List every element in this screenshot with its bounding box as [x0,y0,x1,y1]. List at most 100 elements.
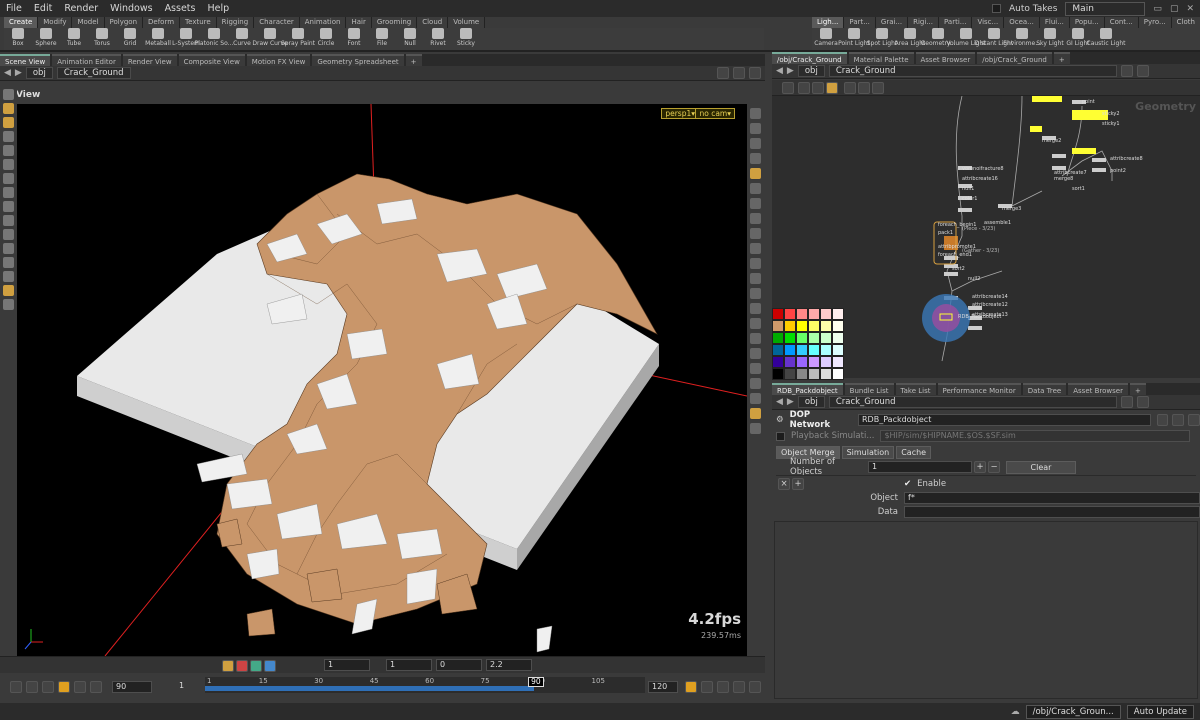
display-option-icon[interactable] [750,303,761,314]
palette-swatch[interactable] [796,356,808,368]
tab-performance-monitor[interactable]: Performance Monitor [937,383,1021,395]
display-option-icon[interactable] [750,243,761,254]
viewport-tool-icon[interactable] [3,271,14,282]
shelf-left-tab-5[interactable]: Texture [180,17,217,28]
palette-swatch[interactable] [820,356,832,368]
tab-rdb-packdobject[interactable]: RDB_Packdobject [772,383,843,395]
node-pack1[interactable]: pack1 [938,230,953,236]
shelf-right-tab-5[interactable]: Visc... [972,17,1005,28]
palette-swatch[interactable] [772,356,784,368]
update-mode-button[interactable]: Auto Update [1126,704,1194,719]
tab-take-list[interactable]: Take List [895,383,936,395]
pin-icon[interactable] [717,67,729,79]
viewport-tool-icon[interactable] [3,89,14,100]
viewport-tool-icon[interactable] [3,285,14,296]
shelf-left-tab-9[interactable]: Hair [346,17,372,28]
sim-path-field[interactable]: $HIP/sim/$HIPNAME.$OS.$SF.sim [880,430,1191,442]
palette-swatch[interactable] [808,368,820,380]
palette-swatch[interactable] [832,308,844,320]
node-attribcreate14[interactable]: attribcreate14 [972,294,1008,300]
display-option-icon[interactable] [750,318,761,329]
forward-arrow-icon[interactable]: ▶ [787,397,794,407]
maximize-icon[interactable]: ▢ [1170,4,1179,14]
display-option-icon[interactable] [750,138,761,149]
palette-swatch[interactable] [772,332,784,344]
stop-icon[interactable] [58,681,70,693]
path-crumb-node[interactable]: Crack_Ground [828,396,1117,408]
viewport[interactable]: persp1▾ no cam▾ 4.2fps 239.57ms [17,104,747,656]
audio-icon[interactable] [749,681,761,693]
display-option-icon[interactable] [750,213,761,224]
node-null1[interactable]: null1 [962,186,974,192]
tab-network-crack-ground-2[interactable]: /obj/Crack_Ground [977,52,1052,64]
display-option-icon[interactable] [750,108,761,119]
play-forward-icon[interactable] [74,681,86,693]
palette-swatch[interactable] [784,344,796,356]
viewport-tool-icon[interactable] [3,173,14,184]
palette-swatch[interactable] [772,344,784,356]
display-option-icon[interactable] [750,408,761,419]
tab-network-crack-ground[interactable]: /obj/Crack_Ground [772,52,847,64]
close-icon[interactable]: ✕ [1186,4,1194,14]
tab-animation-editor[interactable]: Animation Editor [52,54,121,66]
link-icon[interactable] [733,67,745,79]
palette-swatch[interactable] [808,320,820,332]
num-objects-field[interactable]: 1 [868,461,972,473]
display-option-icon[interactable] [750,183,761,194]
link-icon[interactable] [1136,65,1149,77]
panel-menu-icon[interactable] [749,67,761,79]
shelf-tool-15[interactable]: Rivet [424,28,452,50]
shelf-tool-3[interactable]: Torus [88,28,116,50]
node-sticky1[interactable]: sticky1 [1102,121,1120,127]
palette-swatch[interactable] [784,308,796,320]
pin-icon[interactable] [1120,65,1133,77]
tool-icon-4[interactable] [826,82,838,94]
forward-arrow-icon[interactable]: ▶ [787,66,794,76]
shelf-right-tab-10[interactable]: Pyro... [1138,17,1172,28]
shelf-tool-2[interactable]: Spot Light [867,28,897,50]
tool-icon-3[interactable] [812,82,824,94]
shelf-left-tab-11[interactable]: Cloud FX [417,17,449,37]
palette-swatch[interactable] [820,332,832,344]
palette-swatch[interactable] [808,356,820,368]
path-crumb-obj[interactable]: obj [797,65,825,77]
display-option-icon[interactable] [750,363,761,374]
link-icon[interactable] [1136,396,1149,408]
palette-swatch[interactable] [772,320,784,332]
palette-swatch[interactable] [796,368,808,380]
viewport-tool-icon[interactable] [3,243,14,254]
playbar-icon-3[interactable] [250,660,262,672]
palette-swatch[interactable] [796,308,808,320]
viewport-tool-icon[interactable] [3,215,14,226]
shelf-left-tab-6[interactable]: Rigging [216,17,255,28]
display-option-icon[interactable] [750,348,761,359]
shelf-tool-1[interactable]: Sphere [32,28,60,50]
shelf-tool-13[interactable]: File [368,28,396,50]
shelf-tool-10[interactable]: Spray Paint [281,28,315,50]
shelf-left-tab-4[interactable]: Deform [143,17,181,28]
shelf-tool-16[interactable]: Sticky [452,28,480,50]
add-tab-button[interactable]: + [1053,52,1070,64]
path-crumb-node[interactable]: Crack_Ground [56,67,131,79]
camera-persp-button[interactable]: persp1▾ [661,108,699,119]
shelf-left-tab-12[interactable]: Volume [448,17,486,28]
shelf-right-tab-11[interactable]: Cloth [1171,17,1200,28]
loop-icon[interactable] [717,681,729,693]
palette-swatch[interactable] [772,308,784,320]
path-crumb-obj[interactable]: obj [25,67,53,79]
node-attribcreate8[interactable]: attribcreate8 [1110,156,1143,162]
palette-swatch[interactable] [832,356,844,368]
palette-swatch[interactable] [784,356,796,368]
viewport-tool-icon[interactable] [3,187,14,198]
path-crumb-obj[interactable]: obj [797,396,825,408]
viewport-tool-icon[interactable] [3,103,14,114]
node-merge3[interactable]: merge3 [1002,206,1021,212]
keyframe-icon[interactable] [685,681,697,693]
palette-swatch[interactable] [808,308,820,320]
menu-edit[interactable]: Edit [28,3,58,14]
tab-geometry-spreadsheet[interactable]: Geometry Spreadsheet [312,54,404,66]
tab-motion-fx-view[interactable]: Motion FX View [246,54,311,66]
shelf-tool-14[interactable]: Null [396,28,424,50]
add-object-button[interactable]: + [974,461,986,473]
node-sort2[interactable]: sort2 [952,266,965,272]
